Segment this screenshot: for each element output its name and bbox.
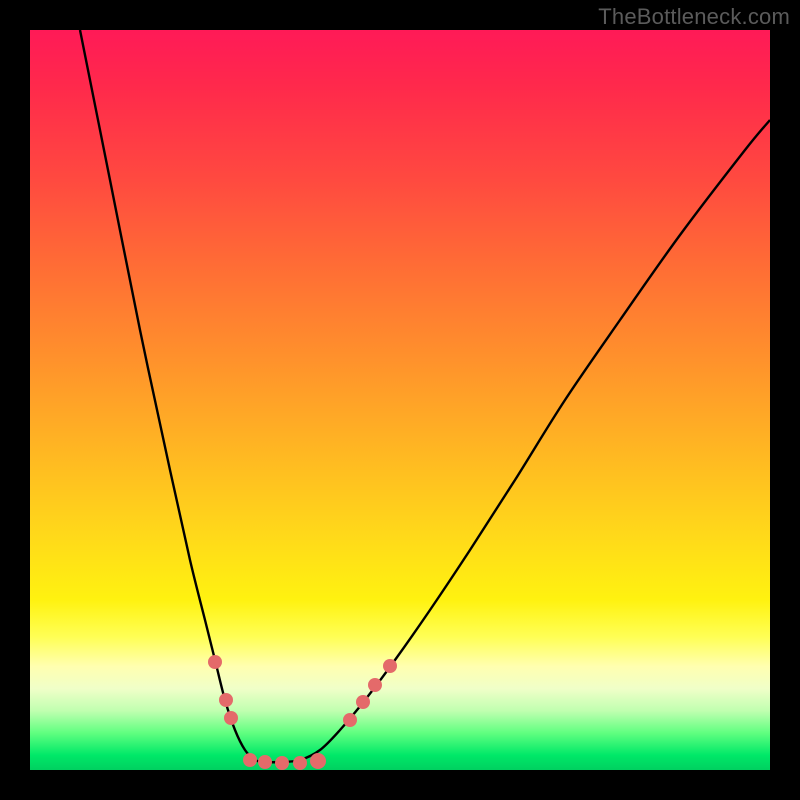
bottleneck-curve [80, 30, 770, 762]
curve-marker [258, 755, 272, 769]
curve-markers [208, 655, 397, 770]
curve-marker [368, 678, 382, 692]
curve-marker [243, 753, 257, 767]
curve-marker [219, 693, 233, 707]
watermark-text: TheBottleneck.com [598, 4, 790, 30]
curve-marker [208, 655, 222, 669]
curve-marker [343, 713, 357, 727]
curve-marker [293, 756, 307, 770]
curve-marker [356, 695, 370, 709]
chart-frame: TheBottleneck.com [0, 0, 800, 800]
bottleneck-curve-svg [30, 30, 770, 770]
curve-marker [275, 756, 289, 770]
curve-marker [383, 659, 397, 673]
plot-area [30, 30, 770, 770]
curve-marker [224, 711, 238, 725]
curve-marker [310, 753, 326, 769]
